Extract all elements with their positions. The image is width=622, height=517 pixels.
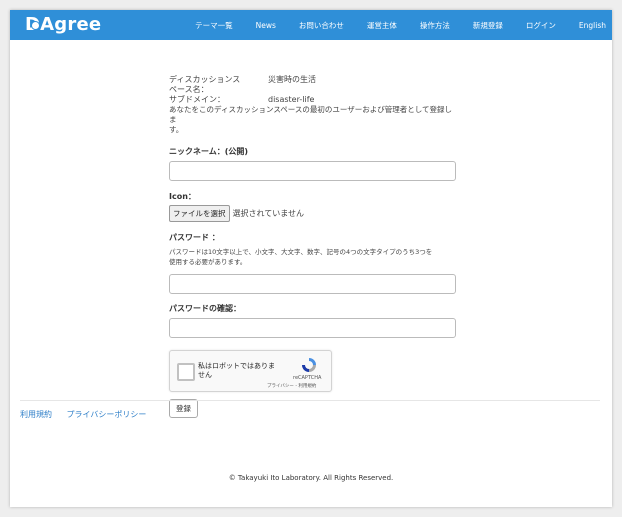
recaptcha-brand: reCAPTCHA bbox=[293, 375, 322, 381]
admin-notice: あなたをこのディスカッションスペースの最初のユーザーおよび管理者として登録しま … bbox=[169, 105, 459, 135]
browser-page: DAgree テーマ一覧 News お問い合わせ 運営主体 操作方法 新規登録 … bbox=[10, 10, 612, 507]
space-name-label-2: ペース名： bbox=[169, 85, 209, 94]
privacy-policy-link[interactable]: プライバシーポリシー bbox=[67, 410, 147, 419]
password-help-line-1: パスワードは10文字以上で、小文字、大文字、数字、記号の4つの文字タイプのうち3… bbox=[169, 248, 433, 256]
nav-how-to[interactable]: 操作方法 bbox=[420, 20, 450, 31]
recaptcha-links[interactable]: プライバシー - 利用規約 bbox=[267, 383, 316, 389]
nav-contact[interactable]: お問い合わせ bbox=[299, 20, 344, 31]
subdomain-value: disaster-life bbox=[268, 95, 315, 104]
recaptcha-widget: 私はロボットではありません reCAPTCHA プライバシー - 利用規約 bbox=[169, 350, 332, 392]
icon-label: Icon： bbox=[169, 192, 196, 201]
space-name-row: ディスカッションス 災害時の生活 bbox=[169, 75, 459, 85]
nav-news[interactable]: News bbox=[256, 21, 276, 30]
navbar: DAgree テーマ一覧 News お問い合わせ 運営主体 操作方法 新規登録 … bbox=[10, 10, 612, 40]
submit-row: 登録 bbox=[169, 399, 459, 418]
recaptcha-checkbox[interactable] bbox=[177, 363, 195, 381]
nickname-label: ニックネーム：(公開) bbox=[169, 147, 249, 156]
terms-link[interactable]: 利用規約 bbox=[20, 410, 52, 419]
space-name-value: 災害時の生活 bbox=[268, 75, 316, 84]
file-status: 選択されていません bbox=[232, 209, 305, 218]
nav-english[interactable]: English bbox=[579, 21, 606, 30]
recaptcha-text: 私はロボットではありません bbox=[198, 362, 275, 379]
nav-theme-list[interactable]: テーマ一覧 bbox=[195, 20, 233, 31]
nav-login[interactable]: ログイン bbox=[526, 20, 556, 31]
footer-divider bbox=[20, 400, 600, 401]
nickname-input[interactable] bbox=[169, 161, 456, 181]
password-help-line-2: 使用する必要があります。 bbox=[169, 258, 247, 266]
copyright: © Takayuki Ito Laboratory. All Rights Re… bbox=[228, 474, 394, 482]
choose-file-button[interactable]: ファイルを選択 bbox=[169, 205, 230, 222]
password-confirm-label: パスワードの確認： bbox=[169, 304, 241, 313]
icon-file-row: ファイルを選択 選択されていません bbox=[169, 205, 459, 222]
nav-operator[interactable]: 運営主体 bbox=[367, 20, 397, 31]
footer-links: 利用規約 プライバシーポリシー bbox=[20, 409, 158, 420]
password-confirm-input[interactable] bbox=[169, 318, 456, 338]
registration-form: ディスカッションス 災害時の生活 ペース名： サブドメイン： disaster-… bbox=[169, 75, 459, 418]
admin-notice-line-1: あなたをこのディスカッションスペースの最初のユーザーおよび管理者として登録しま bbox=[169, 105, 453, 124]
subdomain-label: サブドメイン： bbox=[169, 95, 225, 104]
password-label: パスワード ： bbox=[169, 233, 220, 242]
space-name-label-cont: ペース名： bbox=[169, 85, 459, 95]
password-help: パスワードは10文字以上で、小文字、大文字、数字、記号の4つの文字タイプのうち3… bbox=[169, 247, 459, 267]
password-input[interactable] bbox=[169, 274, 456, 294]
site-logo[interactable]: DAgree bbox=[25, 13, 101, 37]
logo-d-mark: D bbox=[25, 14, 41, 35]
register-submit-button[interactable]: 登録 bbox=[169, 399, 198, 418]
subdomain-row: サブドメイン： disaster-life bbox=[169, 95, 459, 105]
logo-text: Agree bbox=[40, 14, 102, 35]
nav-register[interactable]: 新規登録 bbox=[473, 20, 503, 31]
admin-notice-line-2: す。 bbox=[169, 125, 184, 134]
recaptcha-logo-icon bbox=[302, 358, 316, 372]
space-name-label: ディスカッションス bbox=[169, 75, 241, 84]
nav-menu: テーマ一覧 News お問い合わせ 運営主体 操作方法 新規登録 ログイン En… bbox=[172, 10, 606, 40]
